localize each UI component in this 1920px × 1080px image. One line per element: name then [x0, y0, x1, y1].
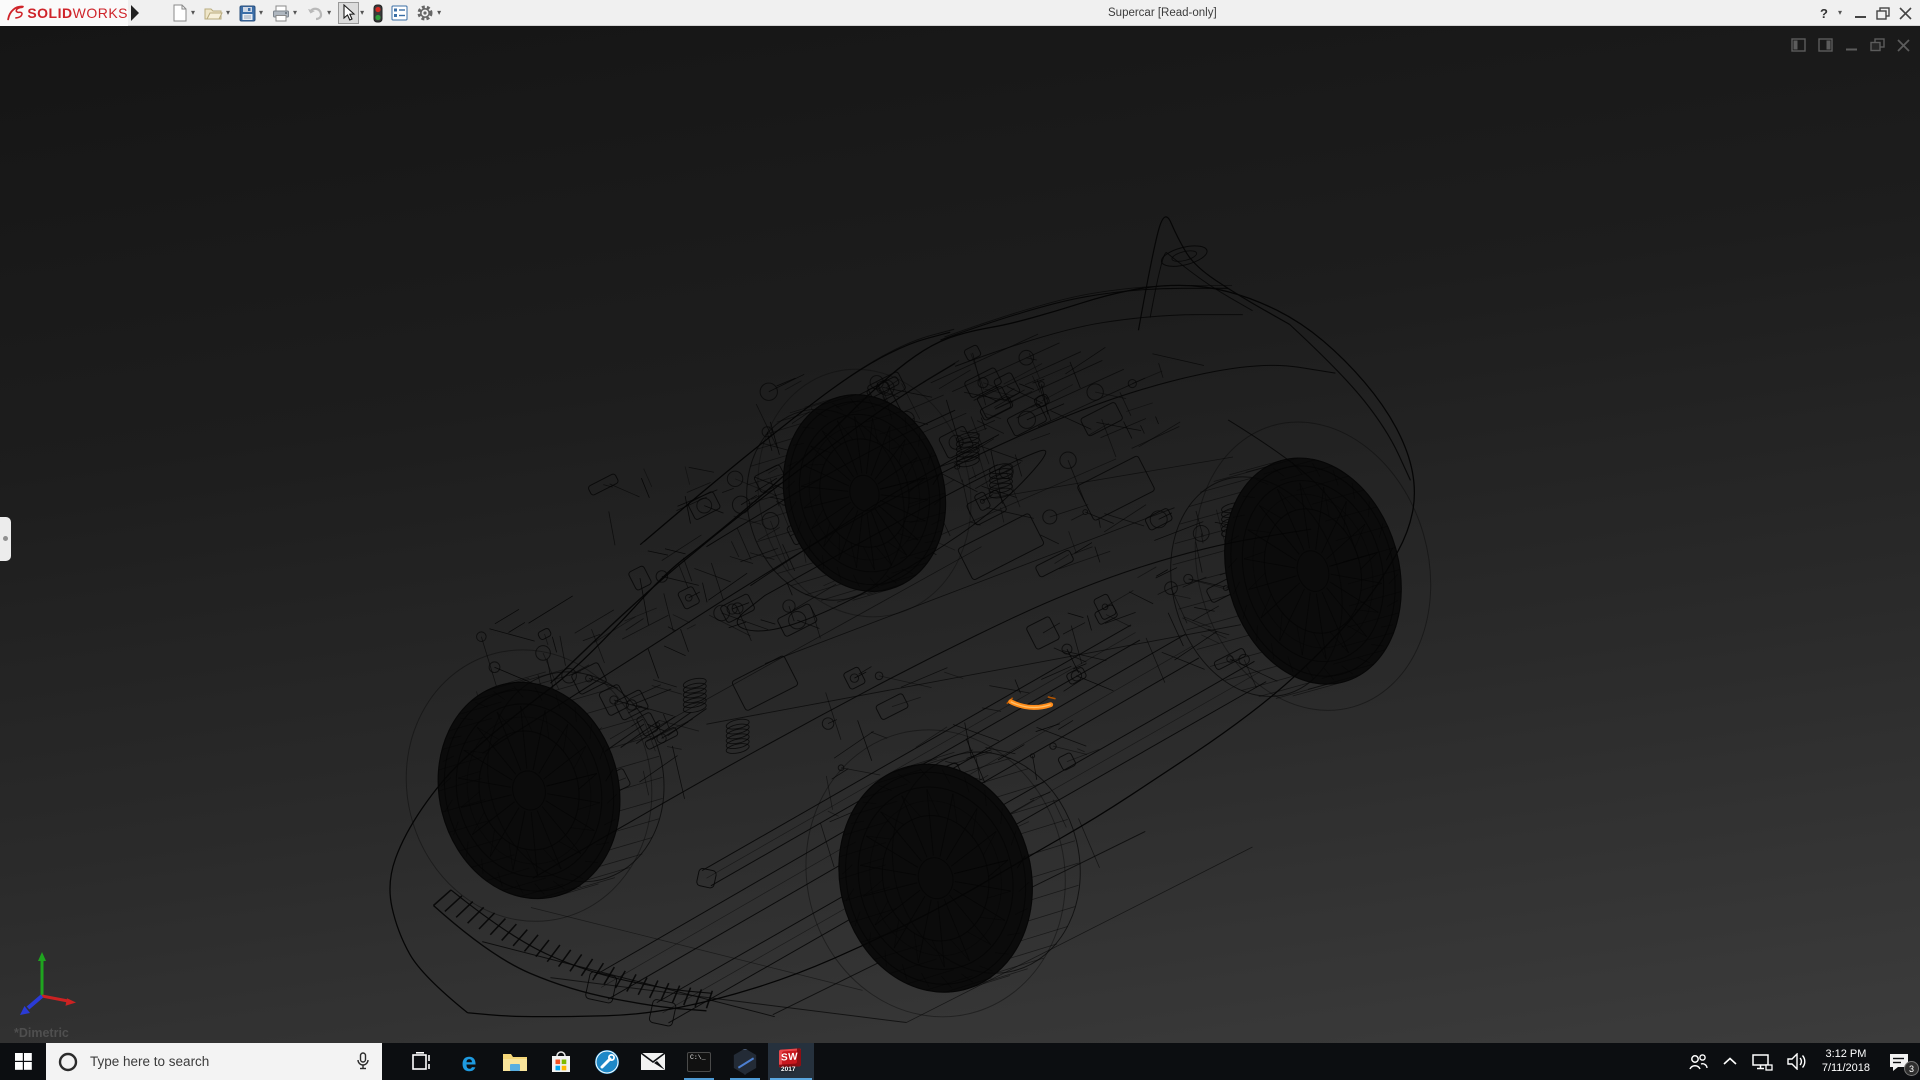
save-button[interactable] [237, 2, 258, 24]
windows-logo-icon [14, 1053, 32, 1070]
toolbar-expand-arrow[interactable] [131, 5, 139, 21]
hidden-icons-button[interactable] [1716, 1043, 1744, 1080]
save-floppy-icon [239, 5, 256, 21]
stoplight-icon [373, 4, 383, 22]
store-icon [552, 1050, 570, 1072]
edge-icon: e [461, 1046, 477, 1077]
close-button[interactable] [1899, 6, 1912, 20]
gear-icon [417, 5, 433, 21]
taskbar-pinned-apps: e C:\_ SW 2017 [400, 1043, 814, 1080]
close-document-icon[interactable] [1897, 38, 1910, 52]
print-button[interactable] [270, 2, 292, 24]
minimize-button[interactable] [1854, 7, 1867, 20]
solidworks-logo: SOLIDWORKS [0, 0, 128, 26]
ethernet-icon [1752, 1053, 1773, 1071]
task-view-button[interactable] [400, 1043, 446, 1080]
new-caret[interactable]: ▾ [191, 2, 195, 24]
featuremanager-pane-icon[interactable] [1791, 38, 1806, 52]
mail-button[interactable] [630, 1043, 676, 1080]
window-controls: ? ▾ [1820, 0, 1912, 26]
print-icon [273, 5, 290, 21]
tray-date: 7/11/2018 [1821, 1061, 1870, 1074]
open-caret[interactable]: ▾ [226, 2, 230, 24]
open-button[interactable] [202, 2, 225, 24]
cortana-icon [58, 1052, 78, 1071]
solidworks-wordmark: SOLIDWORKS [27, 5, 128, 21]
tab-dot-icon [3, 536, 8, 541]
network-button[interactable] [1744, 1043, 1780, 1080]
car-wireframe[interactable] [0, 26, 1920, 1043]
file-explorer-icon [503, 1054, 527, 1071]
options-button[interactable] [414, 2, 436, 24]
solidworks-app-icon: SW 2017 [778, 1047, 804, 1075]
model-viewport[interactable]: *Dimetric [0, 26, 1920, 1043]
action-center-button[interactable]: 3 [1878, 1043, 1920, 1080]
cad-tool-button[interactable] [722, 1043, 768, 1080]
rebuild-button[interactable] [371, 2, 385, 24]
system-tray: 3:12 PM 7/11/2018 3 [1680, 1043, 1920, 1080]
solidworks-taskbar-button[interactable]: SW 2017 [768, 1043, 814, 1080]
hexagon-app-icon [733, 1048, 757, 1075]
mail-icon [640, 1052, 666, 1070]
select-tool-button[interactable] [338, 2, 360, 24]
solidworks-swoosh-icon [7, 5, 24, 21]
tray-time: 3:12 PM [1825, 1048, 1867, 1060]
triad-y-axis [38, 952, 46, 961]
command-prompt-icon: C:\_ [687, 1051, 711, 1072]
file-properties-icon [391, 5, 408, 21]
select-cursor-icon [343, 4, 356, 21]
help-button[interactable]: ? [1820, 6, 1828, 21]
microphone-icon[interactable] [356, 1052, 370, 1071]
app-titlebar: SOLIDWORKS ▾ ▾ ▾ ▾ ▾ ▾ ▾ Supercar [Read-… [0, 0, 1920, 26]
command-prompt-button[interactable]: C:\_ [676, 1043, 722, 1080]
new-document-button[interactable] [170, 2, 190, 24]
file-properties-button[interactable] [389, 2, 410, 24]
taskbar-search[interactable] [46, 1043, 382, 1080]
second-pane-icon[interactable] [1818, 38, 1833, 52]
search-input[interactable] [88, 1053, 344, 1070]
save-caret[interactable]: ▾ [259, 2, 263, 24]
file-explorer-button[interactable] [492, 1043, 538, 1080]
people-icon [1689, 1053, 1708, 1069]
volume-button[interactable] [1780, 1043, 1814, 1080]
print-caret[interactable]: ▾ [293, 2, 297, 24]
minimize-document-icon[interactable] [1845, 39, 1858, 52]
document-window-controls [1791, 38, 1910, 52]
window-title: Supercar [Read-only] [1108, 7, 1217, 19]
windows-taskbar: e [0, 1043, 1920, 1080]
options-caret[interactable]: ▾ [437, 2, 441, 24]
main-toolbar: ▾ ▾ ▾ ▾ ▾ ▾ ▾ [166, 0, 444, 26]
people-button[interactable] [1680, 1043, 1716, 1080]
triad-x-axis [65, 998, 76, 1006]
start-button[interactable] [0, 1043, 46, 1080]
view-orientation-label: *Dimetric [14, 1026, 69, 1040]
notification-badge: 3 [1904, 1061, 1919, 1076]
support-tool-button[interactable] [584, 1043, 630, 1080]
restore-document-icon[interactable] [1870, 38, 1885, 52]
task-view-icon [412, 1051, 430, 1070]
undo-caret[interactable]: ▾ [327, 2, 331, 24]
edge-button[interactable]: e [446, 1043, 492, 1080]
store-button[interactable] [538, 1043, 584, 1080]
new-document-icon [173, 4, 187, 22]
wrench-circle-icon [595, 1049, 619, 1074]
chevron-up-icon [1723, 1057, 1737, 1065]
speaker-icon [1787, 1053, 1806, 1070]
undo-button[interactable] [304, 2, 326, 24]
select-caret[interactable]: ▾ [360, 2, 364, 24]
reference-triad [20, 952, 76, 1015]
restore-button[interactable] [1876, 6, 1890, 20]
featuremanager-collapsed-tab[interactable] [0, 517, 11, 561]
open-folder-icon [204, 8, 223, 20]
undo-icon [308, 7, 323, 20]
clock[interactable]: 3:12 PM 7/11/2018 [1814, 1043, 1878, 1080]
help-caret[interactable]: ▾ [1838, 2, 1842, 24]
